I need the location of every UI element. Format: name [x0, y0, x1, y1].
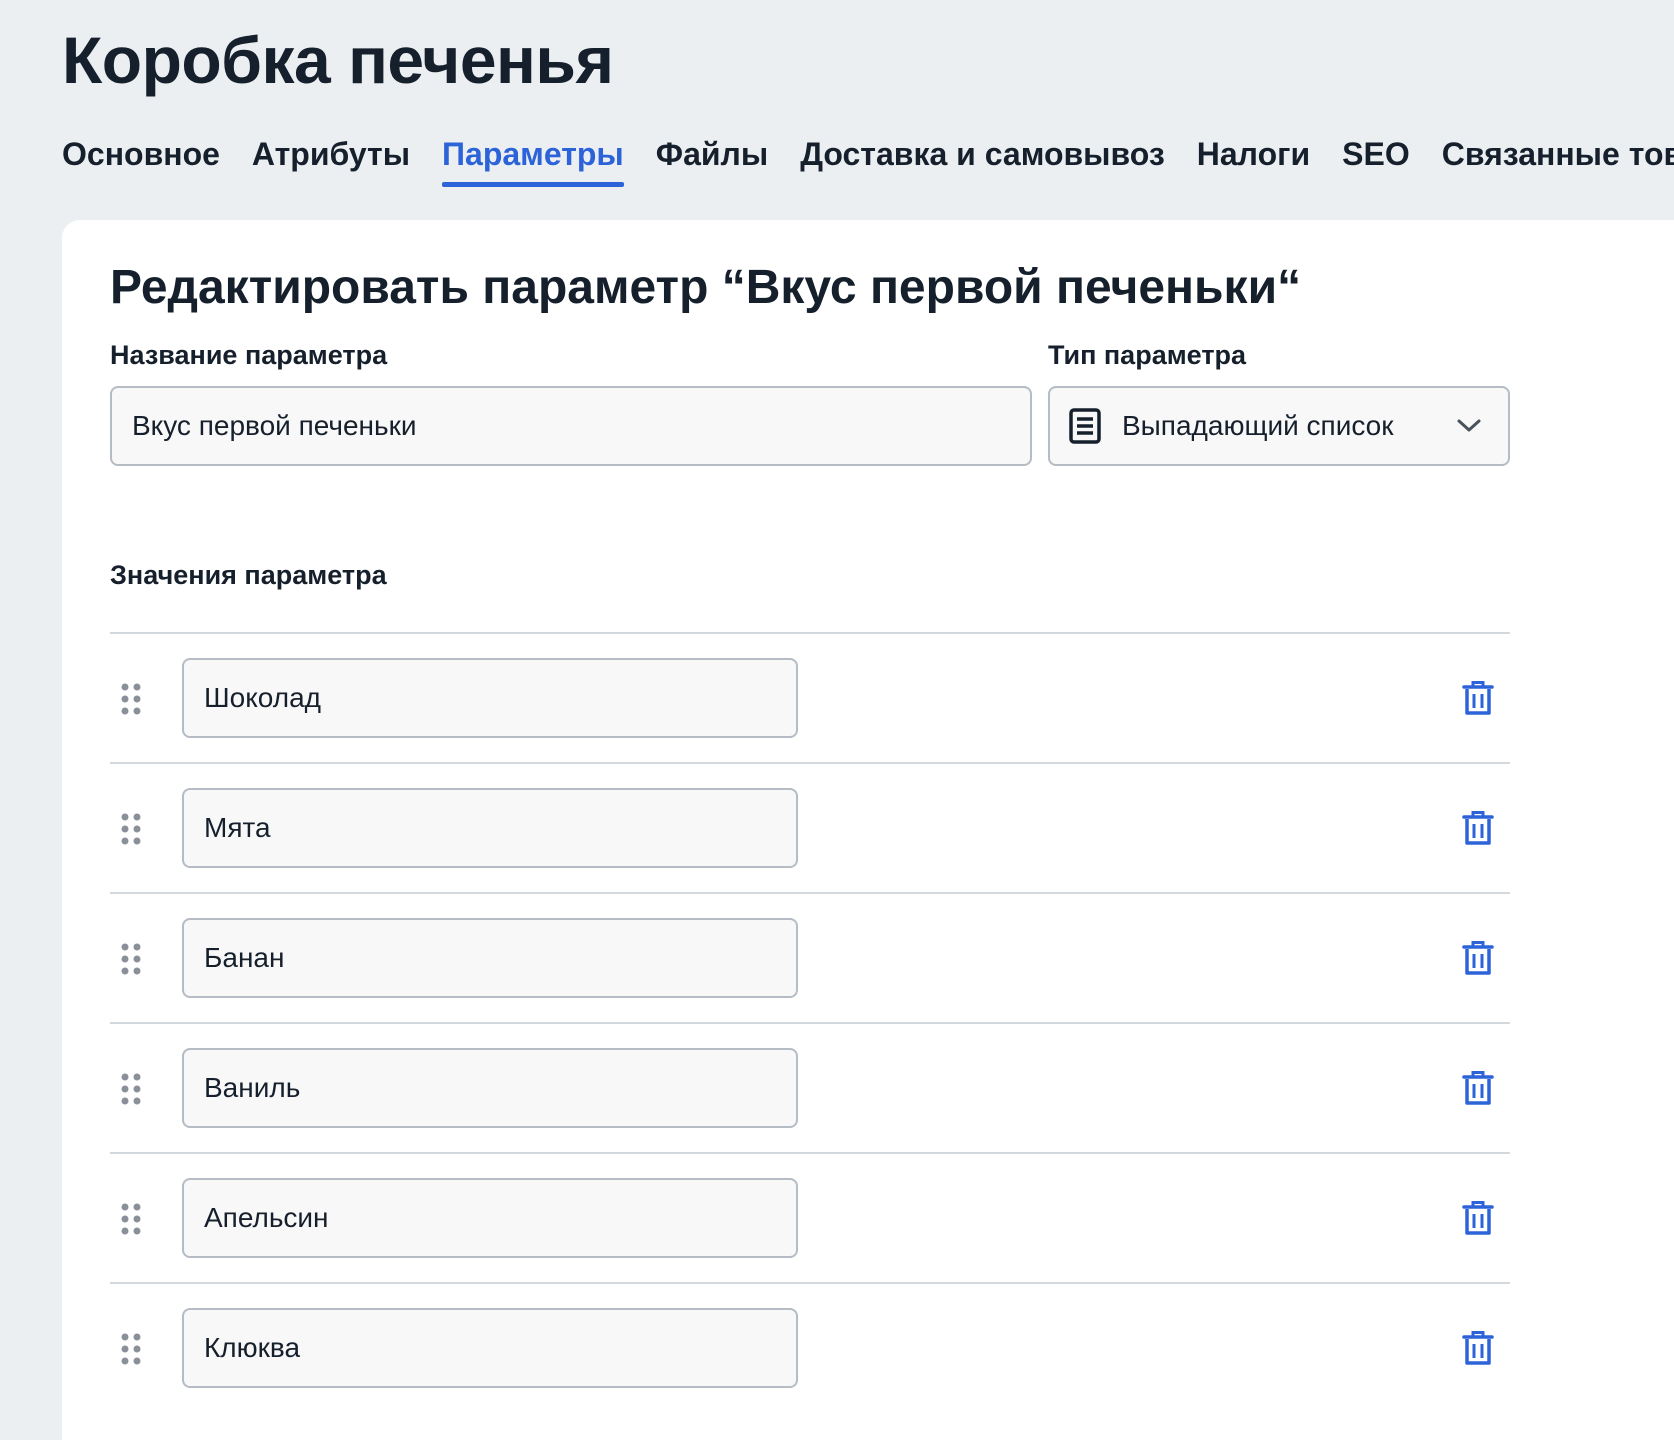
list-item: Апельсин — [110, 1152, 1510, 1282]
tab-bar: Основное Атрибуты Параметры Файлы Достав… — [62, 136, 1674, 187]
drag-handle-icon[interactable] — [120, 682, 142, 716]
tab-seo[interactable]: SEO — [1342, 136, 1410, 187]
value-input[interactable]: Ваниль — [182, 1048, 798, 1128]
tab-files[interactable]: Файлы — [656, 136, 768, 187]
parameter-type-select[interactable]: Выпадающий список — [1048, 386, 1510, 466]
trash-icon[interactable] — [1462, 940, 1494, 976]
parameter-name-label: Название параметра — [110, 340, 388, 370]
trash-icon[interactable] — [1462, 1070, 1494, 1106]
value-text: Мята — [204, 812, 271, 843]
parameter-edit-card: Редактировать параметр “Вкус первой пече… — [62, 220, 1674, 1440]
value-text: Шоколад — [204, 682, 322, 713]
value-input[interactable]: Апельсин — [182, 1178, 798, 1258]
drag-handle-icon[interactable] — [120, 812, 142, 846]
drag-handle-icon[interactable] — [120, 1202, 142, 1236]
tab-main[interactable]: Основное — [62, 136, 220, 187]
list-item: Банан — [110, 892, 1510, 1022]
value-text: Апельсин — [204, 1202, 329, 1233]
parameter-name-value: Вкус первой печеньки — [132, 410, 417, 441]
value-text: Ваниль — [204, 1072, 301, 1103]
value-text: Клюква — [204, 1332, 301, 1363]
list-item: Ваниль — [110, 1022, 1510, 1152]
value-input[interactable]: Клюква — [182, 1308, 798, 1388]
chevron-down-icon — [1457, 419, 1481, 432]
tab-attributes[interactable]: Атрибуты — [252, 136, 410, 187]
value-input[interactable]: Банан — [182, 918, 798, 998]
trash-icon[interactable] — [1462, 1200, 1494, 1236]
tab-parameters[interactable]: Параметры — [442, 136, 624, 187]
parameter-type-label: Тип параметра — [1048, 340, 1247, 370]
value-text: Банан — [204, 942, 285, 973]
trash-icon[interactable] — [1462, 680, 1494, 716]
trash-icon[interactable] — [1462, 810, 1494, 846]
drag-handle-icon[interactable] — [120, 1332, 142, 1366]
parameter-name-input[interactable]: Вкус первой печеньки — [110, 386, 1032, 466]
document-list-icon — [1069, 408, 1101, 444]
drag-handle-icon[interactable] — [120, 942, 142, 976]
list-item: Шоколад — [110, 632, 1510, 762]
trash-icon[interactable] — [1462, 1330, 1494, 1366]
form-title: Редактировать параметр “Вкус первой пече… — [110, 261, 1302, 314]
tab-taxes[interactable]: Налоги — [1197, 136, 1310, 187]
tab-related-products[interactable]: Связанные товары — [1442, 136, 1674, 187]
list-item: Клюква — [110, 1282, 1510, 1412]
drag-handle-icon[interactable] — [120, 1072, 142, 1106]
parameter-type-value: Выпадающий список — [1122, 410, 1394, 441]
value-input[interactable]: Шоколад — [182, 658, 798, 738]
list-item: Мята — [110, 762, 1510, 892]
page-title: Коробка печенья — [62, 23, 614, 97]
parameter-values-list: Шоколад Мята Банан Ваниль Апельсин Клюкв… — [110, 632, 1510, 1412]
tab-delivery[interactable]: Доставка и самовывоз — [800, 136, 1165, 187]
value-input[interactable]: Мята — [182, 788, 798, 868]
parameter-values-label: Значения параметра — [110, 560, 387, 590]
